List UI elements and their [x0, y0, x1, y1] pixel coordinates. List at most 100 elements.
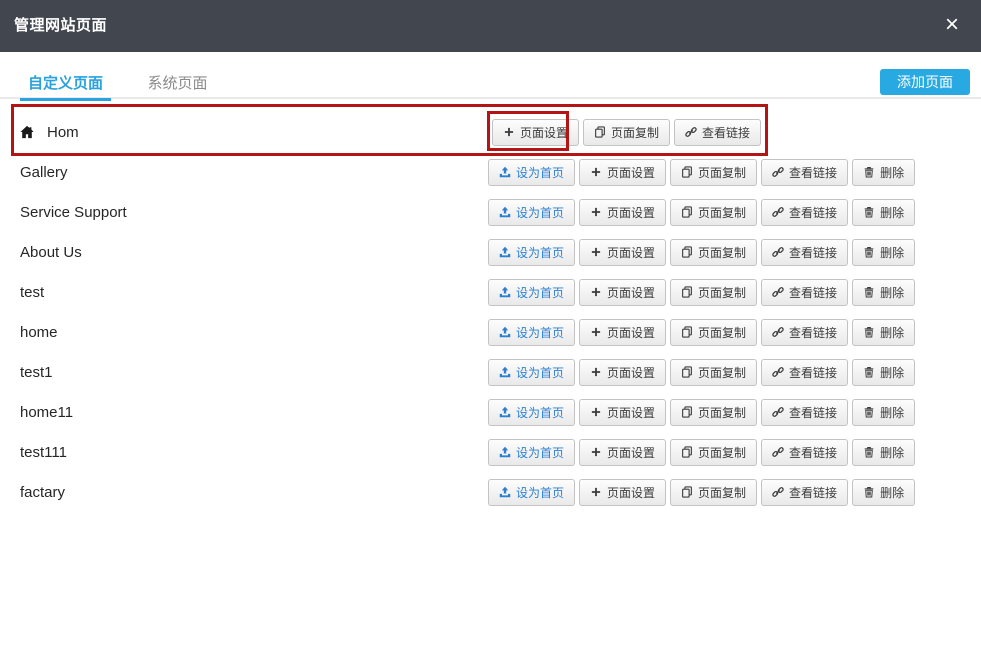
set-home-button[interactable]: 设为首页 [488, 479, 575, 506]
copy-icon [681, 446, 693, 458]
page-row: Hom 页面设置页面复制查看链接 [0, 112, 981, 152]
page-row: home 设为首页页面设置页面复制 查看链接 删除 [0, 312, 981, 352]
link-icon [772, 446, 784, 458]
page-name: test1 [20, 364, 53, 381]
page-row-name: Hom [0, 124, 79, 141]
page-copy-button[interactable]: 页面复制 [670, 159, 757, 186]
copy-icon [681, 366, 693, 378]
modal-header: 管理网站页面 × [0, 0, 981, 52]
view-link-button[interactable]: 查看链接 [761, 359, 848, 386]
page-settings-button[interactable]: 页面设置 [579, 439, 666, 466]
page-name: Service Support [20, 204, 127, 221]
button-label: 删除 [880, 444, 904, 461]
set-home-button[interactable]: 设为首页 [488, 399, 575, 426]
plus-icon [590, 486, 602, 498]
button-label: 删除 [880, 324, 904, 341]
button-label: 页面设置 [607, 364, 655, 381]
plus-icon [590, 406, 602, 418]
manage-pages-modal: 管理网站页面 × 自定义页面 系统页面 添加页面 Hom 页面设置页面复制查看链… [0, 0, 981, 648]
copy-icon [681, 286, 693, 298]
set-home-button[interactable]: 设为首页 [488, 279, 575, 306]
tabs-bar: 自定义页面 系统页面 [0, 68, 981, 99]
set-home-button[interactable]: 设为首页 [488, 159, 575, 186]
page-row-actions: 设为首页页面设置 页面复制 查看链接删除 [488, 272, 915, 312]
delete-button[interactable]: 删除 [852, 279, 915, 306]
set-home-button[interactable]: 设为首页 [488, 319, 575, 346]
delete-button[interactable]: 删除 [852, 439, 915, 466]
page-row-name: Gallery [0, 164, 68, 181]
page-copy-button[interactable]: 页面复制 [670, 399, 757, 426]
delete-button[interactable]: 删除 [852, 239, 915, 266]
page-copy-button[interactable]: 页面复制 [670, 359, 757, 386]
link-icon [772, 326, 784, 338]
page-row: Gallery 设为首页页面设置页面复制查看链接删除 [0, 152, 981, 192]
page-settings-button[interactable]: 页面设置 [579, 279, 666, 306]
page-copy-button[interactable]: 页面复制 [583, 119, 670, 146]
page-row: test 设为首页页面设置页面复制查看链接删除 [0, 272, 981, 312]
page-row: home11 设为首页页面设置页面复制查看链接删除 [0, 392, 981, 432]
view-link-button[interactable]: 查看链接 [761, 279, 848, 306]
page-settings-button[interactable]: 页面设置 [492, 119, 579, 146]
page-row-actions: 设为首页 页面设置 页面复制查看链接删除 [488, 192, 915, 232]
button-label: 删除 [880, 364, 904, 381]
page-settings-button[interactable]: 页面设置 [579, 159, 666, 186]
set-home-button[interactable]: 设为首页 [488, 439, 575, 466]
view-link-button[interactable]: 查看链接 [674, 119, 761, 146]
set-home-button[interactable]: 设为首页 [488, 239, 575, 266]
copy-icon [681, 326, 693, 338]
view-link-button[interactable]: 查看链接 [761, 319, 848, 346]
trash-icon [863, 206, 875, 218]
page-settings-button[interactable]: 页面设置 [579, 399, 666, 426]
page-copy-button[interactable]: 页面复制 [670, 239, 757, 266]
tab-system-pages[interactable]: 系统页面 [139, 68, 215, 101]
close-icon[interactable]: × [939, 0, 965, 52]
button-label: 页面设置 [607, 244, 655, 261]
set-home-button[interactable]: 设为首页 [488, 359, 575, 386]
upload-icon [499, 166, 511, 178]
plus-icon [590, 286, 602, 298]
button-label: 查看链接 [789, 324, 837, 341]
view-link-button[interactable]: 查看链接 [761, 439, 848, 466]
page-settings-button[interactable]: 页面设置 [579, 319, 666, 346]
button-label: 查看链接 [789, 284, 837, 301]
add-page-button[interactable]: 添加页面 [880, 69, 970, 95]
page-name: About Us [20, 244, 82, 261]
button-label: 查看链接 [789, 244, 837, 261]
plus-icon [590, 206, 602, 218]
trash-icon [863, 406, 875, 418]
view-link-button[interactable]: 查看链接 [761, 479, 848, 506]
page-settings-button[interactable]: 页面设置 [579, 359, 666, 386]
delete-button[interactable]: 删除 [852, 479, 915, 506]
view-link-button[interactable]: 查看链接 [761, 399, 848, 426]
delete-button[interactable]: 删除 [852, 319, 915, 346]
plus-icon [590, 326, 602, 338]
button-label: 页面复制 [698, 284, 746, 301]
upload-icon [499, 206, 511, 218]
view-link-button[interactable]: 查看链接 [761, 159, 848, 186]
delete-button[interactable]: 删除 [852, 199, 915, 226]
button-label: 查看链接 [789, 364, 837, 381]
delete-button[interactable]: 删除 [852, 399, 915, 426]
tab-custom-pages[interactable]: 自定义页面 [20, 68, 111, 101]
set-home-button[interactable]: 设为首页 [488, 199, 575, 226]
page-settings-button[interactable]: 页面设置 [579, 239, 666, 266]
delete-button[interactable]: 删除 [852, 159, 915, 186]
page-row-actions: 设为首页 页面设置页面复制 查看链接 删除 [488, 352, 915, 392]
page-name: test111 [20, 444, 67, 461]
page-copy-button[interactable]: 页面复制 [670, 319, 757, 346]
page-row-name: home [0, 324, 58, 341]
link-icon [772, 486, 784, 498]
delete-button[interactable]: 删除 [852, 359, 915, 386]
view-link-button[interactable]: 查看链接 [761, 239, 848, 266]
button-label: 页面复制 [698, 204, 746, 221]
button-label: 页面设置 [607, 204, 655, 221]
page-copy-button[interactable]: 页面复制 [670, 279, 757, 306]
page-name: factary [20, 484, 65, 501]
view-link-button[interactable]: 查看链接 [761, 199, 848, 226]
page-settings-button[interactable]: 页面设置 [579, 199, 666, 226]
page-copy-button[interactable]: 页面复制 [670, 479, 757, 506]
page-settings-button[interactable]: 页面设置 [579, 479, 666, 506]
page-row: About Us 设为首页 页面设置页面复制 查看链接删除 [0, 232, 981, 272]
page-copy-button[interactable]: 页面复制 [670, 199, 757, 226]
page-copy-button[interactable]: 页面复制 [670, 439, 757, 466]
